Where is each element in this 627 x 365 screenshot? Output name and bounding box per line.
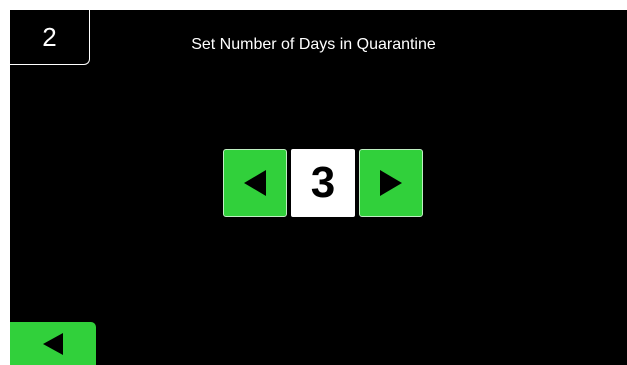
days-stepper: 3 <box>223 149 423 217</box>
increment-button[interactable] <box>359 149 423 217</box>
triangle-left-icon <box>244 170 266 196</box>
decrement-button[interactable] <box>223 149 287 217</box>
days-value: 3 <box>291 149 355 217</box>
triangle-right-icon <box>380 170 402 196</box>
triangle-left-icon <box>43 332 63 355</box>
back-button[interactable] <box>10 322 96 365</box>
step-number-badge: 2 <box>10 10 90 65</box>
page-title: Set Number of Days in Quarantine <box>191 36 436 53</box>
days-value-text: 3 <box>310 158 336 207</box>
screen: 2 Set Number of Days in Quarantine 3 <box>10 10 627 365</box>
step-number: 2 <box>42 21 57 52</box>
